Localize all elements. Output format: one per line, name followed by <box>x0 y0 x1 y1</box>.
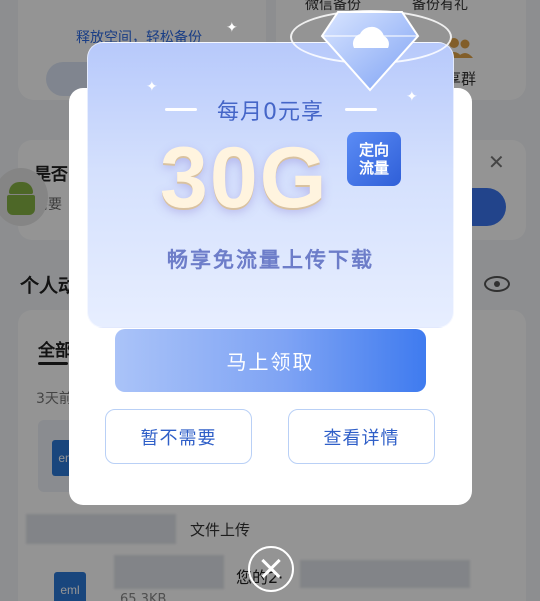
storage-amount: 30G <box>160 130 329 226</box>
subtitle-divider <box>345 108 377 111</box>
sparkle-icon: ✦ <box>146 79 158 95</box>
badge-label: 定向流量 <box>358 141 389 177</box>
decline-button[interactable]: 暂不需要 <box>105 409 252 464</box>
promo-description: 畅享免流量上传下载 <box>167 248 374 272</box>
promo-subtitle: 每月0元享 <box>217 100 324 125</box>
close-icon[interactable] <box>248 546 294 592</box>
directed-traffic-badge: 定向流量 <box>347 132 401 186</box>
claim-now-button[interactable]: 马上领取 <box>115 329 426 392</box>
sparkle-icon: ✦ <box>226 20 238 36</box>
view-details-button[interactable]: 查看详情 <box>288 409 435 464</box>
cloud-gem-icon <box>320 11 420 92</box>
